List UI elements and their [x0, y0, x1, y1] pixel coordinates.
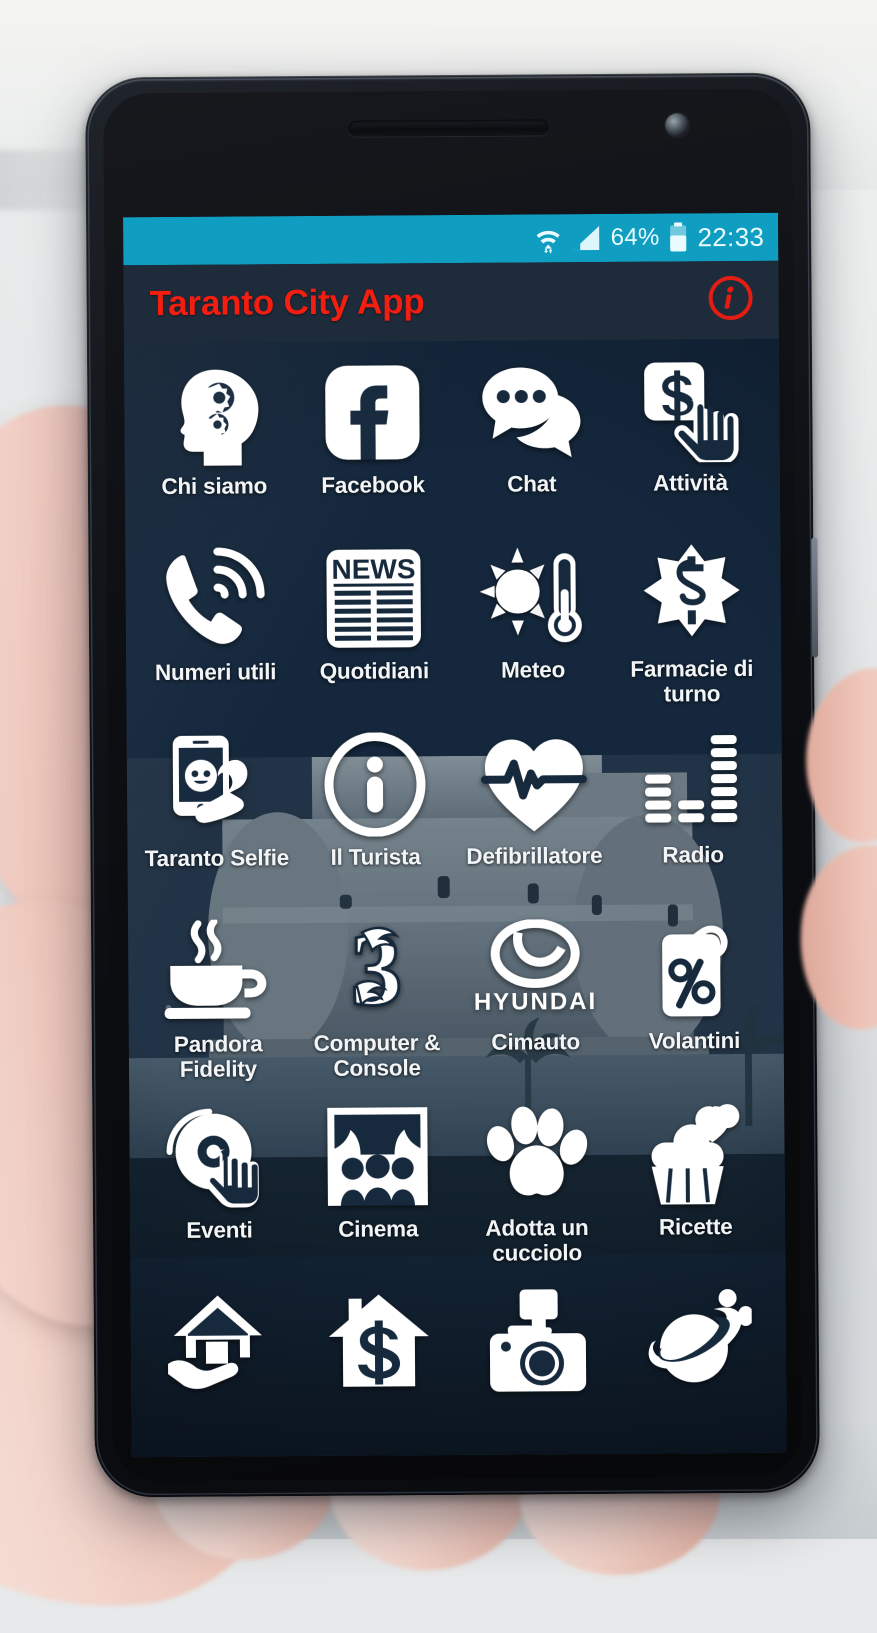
wifi-icon: [535, 223, 563, 253]
info-circle-icon: [705, 272, 755, 327]
three-logo-icon: 3: [326, 915, 427, 1026]
app-tile-label: Volantini: [649, 1028, 741, 1054]
phone-screen: 64% 22:33 Taranto City App: [123, 213, 787, 1458]
app-tile-cinema[interactable]: Cinema: [298, 1093, 458, 1280]
app-tile-numeri-utili[interactable]: Numeri utili: [135, 536, 295, 723]
percent-tag-icon: [642, 913, 747, 1024]
cupcake-icon: [641, 1099, 750, 1210]
app-tile-camera-flash[interactable]: [458, 1278, 618, 1457]
info-circle-outline-icon: [323, 729, 428, 840]
planet-icon: [641, 1285, 752, 1396]
coffee-cup-icon: [162, 916, 273, 1027]
app-tile-facebook[interactable]: Facebook: [293, 349, 453, 536]
app-tile-computer-console[interactable]: 3 Computer & Console: [297, 907, 457, 1094]
status-bar: 64% 22:33: [123, 213, 778, 266]
app-tile-label: Taranto Selfie: [145, 845, 290, 871]
app-tile-label: Adotta un cucciolo: [462, 1215, 612, 1266]
app-tile-label: Cimauto: [491, 1029, 580, 1055]
heart-pulse-icon: [478, 728, 589, 839]
app-tile-house-in-hand[interactable]: [140, 1280, 300, 1457]
equalizer-icon: [640, 727, 745, 838]
app-grid-area: Chi siamo Facebook: [124, 339, 787, 1458]
app-title: Taranto City App: [149, 282, 424, 324]
dj-turntable-icon: [164, 1102, 275, 1213]
app-tile-label: Farmacie di turno: [617, 656, 767, 707]
app-tile-label: Quotidiani: [320, 658, 429, 684]
house-dollar-icon: [327, 1287, 432, 1398]
smartphone-device: 64% 22:33 Taranto City App: [85, 72, 820, 1497]
facebook-icon: [322, 357, 423, 468]
selfie-phone-icon: [161, 730, 272, 841]
sun-thermometer-icon: [477, 542, 588, 653]
star-of-life-icon: [639, 541, 744, 652]
speech-bubbles-icon: [476, 356, 587, 467]
app-tile-label: Attività: [653, 470, 728, 496]
app-tile-eventi[interactable]: Eventi: [139, 1094, 299, 1281]
app-tile-volantini[interactable]: Volantini: [614, 905, 774, 1092]
theater-curtain-icon: [324, 1101, 431, 1212]
app-tile-pandora-fidelity[interactable]: Pandora Fidelity: [138, 908, 298, 1095]
house-in-hand-icon: [166, 1288, 275, 1399]
app-tile-attivita[interactable]: Attività: [610, 347, 770, 534]
info-button[interactable]: [704, 274, 756, 326]
power-button[interactable]: [811, 537, 818, 657]
app-tile-meteo[interactable]: Meteo: [453, 534, 613, 721]
svg-text:NEWS: NEWS: [332, 553, 416, 585]
app-tile-house-dollar[interactable]: [299, 1279, 459, 1457]
app-tile-taranto-selfie[interactable]: Taranto Selfie: [137, 722, 297, 909]
front-camera: [665, 113, 688, 136]
app-tile-label: Chat: [507, 471, 556, 497]
svg-text:HYUNDAI: HYUNDAI: [474, 988, 598, 1016]
action-bar: Taranto City App: [123, 261, 779, 344]
earpiece-speaker: [348, 119, 548, 136]
app-tile-label: Ricette: [659, 1214, 733, 1240]
app-tile-label: Facebook: [321, 472, 425, 498]
app-tile-label: Pandora Fidelity: [143, 1031, 293, 1082]
app-tile-ricette[interactable]: Ricette: [615, 1091, 775, 1278]
app-tile-quotidiani[interactable]: NEWS: [294, 535, 454, 722]
head-with-gears-icon: [161, 358, 266, 469]
app-tile-il-turista[interactable]: Il Turista: [295, 721, 455, 908]
camera-flash-icon: [485, 1286, 590, 1397]
app-tile-defibrillatore[interactable]: Defibrillatore: [454, 720, 614, 907]
app-tile-label: Computer & Console: [302, 1030, 452, 1081]
app-tile-radio[interactable]: Radio: [613, 719, 773, 906]
hyundai-logo-icon: HYUNDAI: [472, 914, 599, 1025]
app-tile-label: Defibrillatore: [466, 843, 602, 869]
signal-bars-icon: [572, 224, 602, 252]
newspaper-icon: NEWS: [323, 543, 424, 654]
app-tile-label: Meteo: [501, 657, 565, 683]
paw-print-icon: [484, 1100, 589, 1211]
app-tile-label: Chi siamo: [161, 473, 267, 499]
dollar-tap-hand-icon: [638, 355, 743, 466]
battery-icon: [669, 222, 689, 252]
app-tile-chi-siamo[interactable]: Chi siamo: [134, 350, 294, 537]
app-icon-grid: Chi siamo Facebook: [124, 339, 787, 1458]
app-tile-planet[interactable]: [617, 1277, 777, 1457]
app-tile-chat[interactable]: Chat: [451, 348, 611, 535]
app-tile-label: Numeri utili: [155, 659, 277, 685]
app-tile-label: Cinema: [338, 1216, 418, 1242]
app-tile-label: Eventi: [186, 1217, 253, 1243]
battery-percent-label: 64%: [611, 224, 660, 252]
app-tile-cimauto[interactable]: HYUNDAI Cimauto: [455, 906, 615, 1093]
app-tile-label: Radio: [662, 842, 724, 868]
app-tile-adotta-un-cucciolo[interactable]: Adotta un cucciolo: [457, 1092, 617, 1279]
app-tile-farmacie-di-turno[interactable]: Farmacie di turno: [612, 533, 772, 720]
app-tile-label: Il Turista: [330, 844, 420, 870]
ringing-phone-icon: [161, 544, 270, 655]
clock-label: 22:33: [697, 221, 764, 252]
